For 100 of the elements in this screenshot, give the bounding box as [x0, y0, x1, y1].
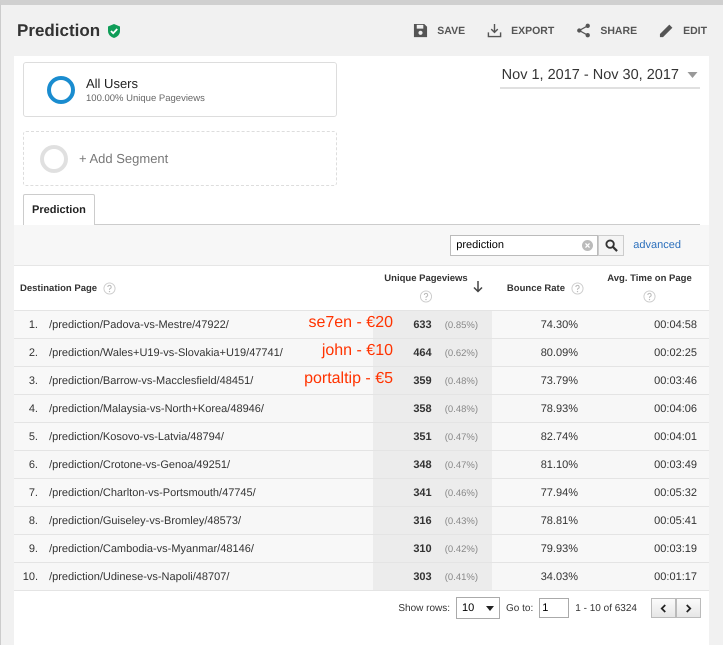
pageviews-share: (0.48%) [444, 376, 478, 386]
save-icon [413, 23, 428, 38]
ring-icon [39, 144, 69, 174]
bounce-rate-value: 73.79% [540, 374, 578, 386]
pageviews-value: 303 [413, 570, 432, 582]
avg-time-value: 00:01:17 [654, 570, 697, 582]
avg-time-value: 00:03:46 [654, 374, 697, 386]
previous-page-button[interactable] [651, 598, 676, 618]
page-path[interactable]: /prediction/Guiseley-vs-Bromley/48573/ [49, 514, 242, 526]
bounce-rate-value: 81.10% [540, 458, 578, 470]
pageviews-value: 359 [413, 374, 432, 386]
add-segment-card[interactable]: + Add Segment [23, 131, 337, 186]
bounce-rate-value: 80.09% [540, 346, 578, 358]
row-number: 4. [28, 402, 38, 414]
pageviews-value: 464 [413, 346, 432, 358]
chevron-right-icon [685, 604, 692, 612]
segment-detail: 100.00% Unique Pageviews [86, 92, 205, 104]
download-icon [487, 23, 502, 38]
sort-arrow-icon[interactable] [473, 281, 483, 293]
row-number: 6. [28, 458, 38, 470]
save-button[interactable]: SAVE [413, 23, 466, 38]
chevron-left-icon [660, 604, 667, 612]
page-path[interactable]: /prediction/Malaysia-vs-North+Korea/48946/ [49, 402, 264, 414]
pageviews-share: (0.41%) [444, 572, 478, 582]
pageviews-share: (0.62%) [444, 348, 478, 358]
bounce-rate-value: 78.93% [540, 402, 578, 414]
segment-card[interactable]: All Users 100.00% Unique Pageviews [23, 62, 337, 117]
share-icon [576, 23, 592, 38]
pageviews-value: 351 [413, 430, 432, 442]
help-icon[interactable] [571, 282, 584, 294]
pageviews-share: (0.46%) [444, 488, 478, 498]
column-header[interactable]: Destination Page [20, 282, 98, 294]
range-text: 1 - 10 of 6324 [575, 602, 637, 614]
search-button[interactable] [598, 234, 624, 256]
avg-time-value: 00:04:01 [654, 430, 697, 442]
avg-time-value: 00:05:32 [654, 486, 697, 498]
page-path[interactable]: /prediction/Wales+U19-vs-Slovakia+U19/47741/ [49, 346, 283, 358]
export-button[interactable]: EXPORT [487, 23, 554, 38]
row-number: 9. [28, 542, 38, 554]
page-path[interactable]: /prediction/Barrow-vs-Macclesfield/48451/ [49, 374, 254, 386]
page-path[interactable]: /prediction/Kosovo-vs-Latvia/48794/ [49, 430, 224, 442]
advanced-link[interactable]: advanced [633, 239, 681, 251]
bounce-rate-value: 79.93% [540, 542, 578, 554]
annotation-text: portaltip - €5 [304, 370, 393, 388]
page-path[interactable]: /prediction/Charlton-vs-Portsmouth/47745/ [49, 486, 256, 498]
annotation-text: john - €10 [322, 342, 393, 360]
share-button[interactable]: SHARE [576, 23, 638, 38]
page-input[interactable]: 1 [539, 598, 570, 618]
pageviews-share: (0.85%) [444, 320, 478, 330]
row-number: 1. [28, 318, 38, 330]
row-number: 5. [28, 430, 38, 442]
page-path[interactable]: /prediction/Udinese-vs-Napoli/48707/ [49, 570, 230, 582]
next-page-button[interactable] [676, 598, 701, 618]
report-title: Prediction [17, 20, 100, 40]
search-field[interactable]: prediction [450, 234, 598, 256]
row-number: 3. [28, 374, 38, 386]
row-number: 10. [22, 570, 38, 582]
bounce-rate-value: 78.81% [540, 514, 578, 526]
column-header[interactable]: Avg. Time on Page [607, 273, 692, 284]
clear-icon[interactable] [582, 240, 594, 250]
pageviews-value: 358 [413, 402, 432, 414]
page-path[interactable]: /prediction/Cambodia-vs-Myanmar/48146/ [49, 542, 254, 554]
avg-time-value: 00:04:58 [654, 318, 697, 330]
annotation-text: se7en - €20 [308, 314, 393, 332]
search-icon [604, 238, 618, 252]
avg-time-value: 00:03:49 [654, 458, 697, 470]
pageviews-value: 316 [413, 514, 432, 526]
bounce-rate-value: 82.74% [540, 430, 578, 442]
report-tab[interactable]: Prediction [23, 194, 95, 225]
ring-icon [46, 74, 76, 104]
pageviews-share: (0.47%) [444, 460, 478, 470]
row-number: 2. [28, 346, 38, 358]
pageviews-value: 348 [413, 458, 432, 470]
show-rows-label: Show rows: [398, 602, 450, 614]
page-path[interactable]: /prediction/Crotone-vs-Genoa/49251/ [49, 458, 230, 470]
bounce-rate-value: 77.94% [540, 486, 578, 498]
bounce-rate-value: 34.03% [540, 570, 578, 582]
caret-icon [687, 72, 698, 78]
avg-time-value: 00:05:41 [654, 514, 697, 526]
column-header[interactable]: Unique Pageviews [384, 273, 468, 284]
add-segment-label: + Add Segment [79, 151, 168, 166]
avg-time-value: 00:04:06 [654, 402, 697, 414]
column-header[interactable]: Bounce Rate [506, 282, 565, 294]
page-path[interactable]: /prediction/Padova-vs-Mestre/47922/ [49, 318, 229, 330]
edit-button[interactable]: EDIT [659, 23, 707, 38]
pageviews-value: 341 [413, 486, 432, 498]
pageviews-share: (0.47%) [444, 432, 478, 442]
rows-dropdown[interactable]: 10 [456, 597, 500, 619]
pageviews-value: 310 [413, 542, 432, 554]
date-range-picker[interactable]: Nov 1, 2017 - Nov 30, 2017 [500, 62, 700, 89]
row-number: 8. [28, 514, 38, 526]
pageviews-share: (0.43%) [444, 516, 478, 526]
avg-time-value: 00:03:19 [654, 542, 697, 554]
edit-icon [659, 23, 674, 38]
row-number: 7. [28, 486, 38, 498]
pageviews-share: (0.48%) [444, 404, 478, 414]
segment-name: All Users [86, 76, 140, 90]
pageviews-value: 633 [413, 318, 432, 330]
help-icon[interactable] [103, 282, 116, 294]
go-to-label: Go to: [506, 602, 534, 614]
